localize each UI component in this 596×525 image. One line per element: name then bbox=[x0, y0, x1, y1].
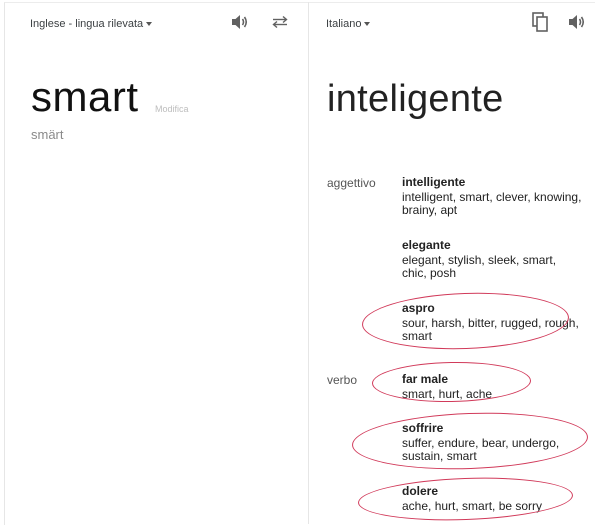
chevron-down-icon bbox=[146, 22, 153, 26]
entry-synonyms: sour, harsh, bitter, rugged, rough, smar… bbox=[402, 315, 579, 343]
dictionary-entry[interactable]: far male smart, hurt, ache bbox=[402, 372, 584, 401]
dictionary-entry[interactable]: intelligente intelligent, smart, clever,… bbox=[402, 175, 584, 218]
speaker-icon[interactable] bbox=[231, 14, 249, 30]
entry-word: soffrire bbox=[402, 421, 444, 435]
entry-synonyms: elegant, stylish, sleek, smart, chic, po… bbox=[402, 252, 557, 280]
panel-divider bbox=[308, 2, 309, 524]
source-language-select[interactable]: Inglese - lingua rilevata bbox=[30, 18, 153, 30]
target-language-label: Italiano bbox=[326, 18, 362, 30]
dictionary-entry[interactable]: dolere ache, hurt, smart, be sorry bbox=[402, 484, 584, 513]
source-language-label: Inglese - lingua rilevata bbox=[30, 18, 144, 30]
entry-word: dolere bbox=[402, 484, 439, 498]
translated-word: inteligente bbox=[327, 78, 504, 120]
entry-synonyms: suffer, endure, bear, undergo, sustain, … bbox=[402, 435, 560, 463]
dictionary-entry[interactable]: soffrire suffer, endure, bear, undergo, … bbox=[402, 421, 584, 464]
swap-arrows-icon[interactable] bbox=[271, 15, 289, 29]
transliteration: smärt bbox=[31, 127, 64, 142]
entry-word: aspro bbox=[402, 301, 435, 315]
part-of-speech-label: verbo bbox=[327, 373, 358, 387]
dictionary-entry[interactable]: elegante elegant, stylish, sleek, smart,… bbox=[402, 238, 584, 281]
entry-synonyms: intelligent, smart, clever, knowing, bra… bbox=[402, 189, 582, 217]
target-language-select[interactable]: Italiano bbox=[326, 18, 371, 30]
dictionary-entry[interactable]: aspro sour, harsh, bitter, rugged, rough… bbox=[402, 301, 584, 344]
entry-synonyms: ache, hurt, smart, be sorry bbox=[402, 498, 543, 513]
chevron-down-icon bbox=[364, 22, 371, 26]
entry-word: far male bbox=[402, 372, 449, 386]
entry-word: intelligente bbox=[402, 175, 466, 189]
part-of-speech-label: aggettivo bbox=[327, 176, 376, 190]
speaker-icon[interactable] bbox=[568, 14, 586, 30]
source-word: smart bbox=[31, 73, 139, 120]
copy-icon[interactable] bbox=[532, 12, 548, 32]
entry-synonyms: smart, hurt, ache bbox=[402, 386, 493, 401]
edit-link[interactable]: Modifica bbox=[155, 104, 189, 114]
entry-word: elegante bbox=[402, 238, 451, 252]
